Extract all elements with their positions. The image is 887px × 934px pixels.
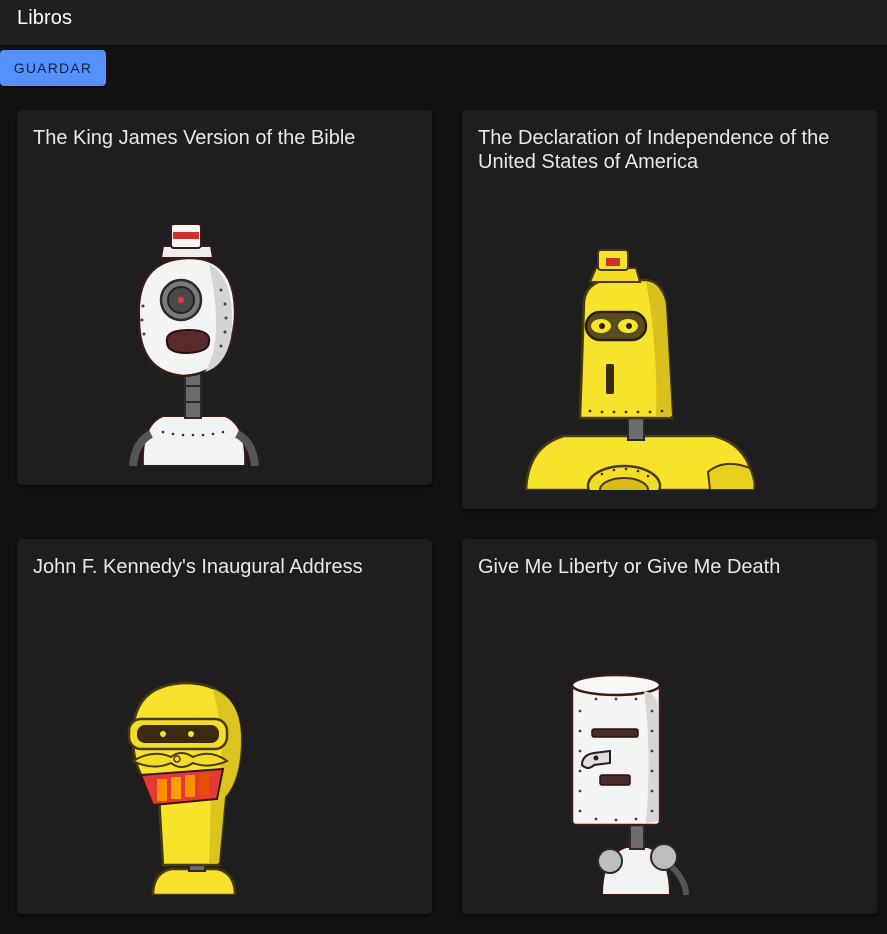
book-title: The King James Version of the Bible xyxy=(33,127,356,149)
book-card[interactable]: The King James Version of the Bible xyxy=(17,110,432,485)
book-robot-image xyxy=(524,249,756,490)
book-robot-image xyxy=(570,673,689,895)
book-title: John F. Kennedy's Inaugural Address xyxy=(33,556,363,578)
app-title: Libros xyxy=(17,7,73,29)
book-title: The Declaration of Independence of the U… xyxy=(478,127,830,173)
book-robot-image xyxy=(127,681,243,895)
book-title: Give Me Liberty or Give Me Death xyxy=(478,556,781,578)
book-card[interactable]: The Declaration of Independence of the U… xyxy=(462,110,877,509)
book-robot-image xyxy=(129,223,259,466)
app-bar: Libros xyxy=(0,0,887,45)
book-card[interactable]: Give Me Liberty or Give Me Death xyxy=(462,539,877,914)
book-card[interactable]: John F. Kennedy's Inaugural Address xyxy=(17,539,432,914)
save-button[interactable]: GUARDAR xyxy=(0,50,106,86)
